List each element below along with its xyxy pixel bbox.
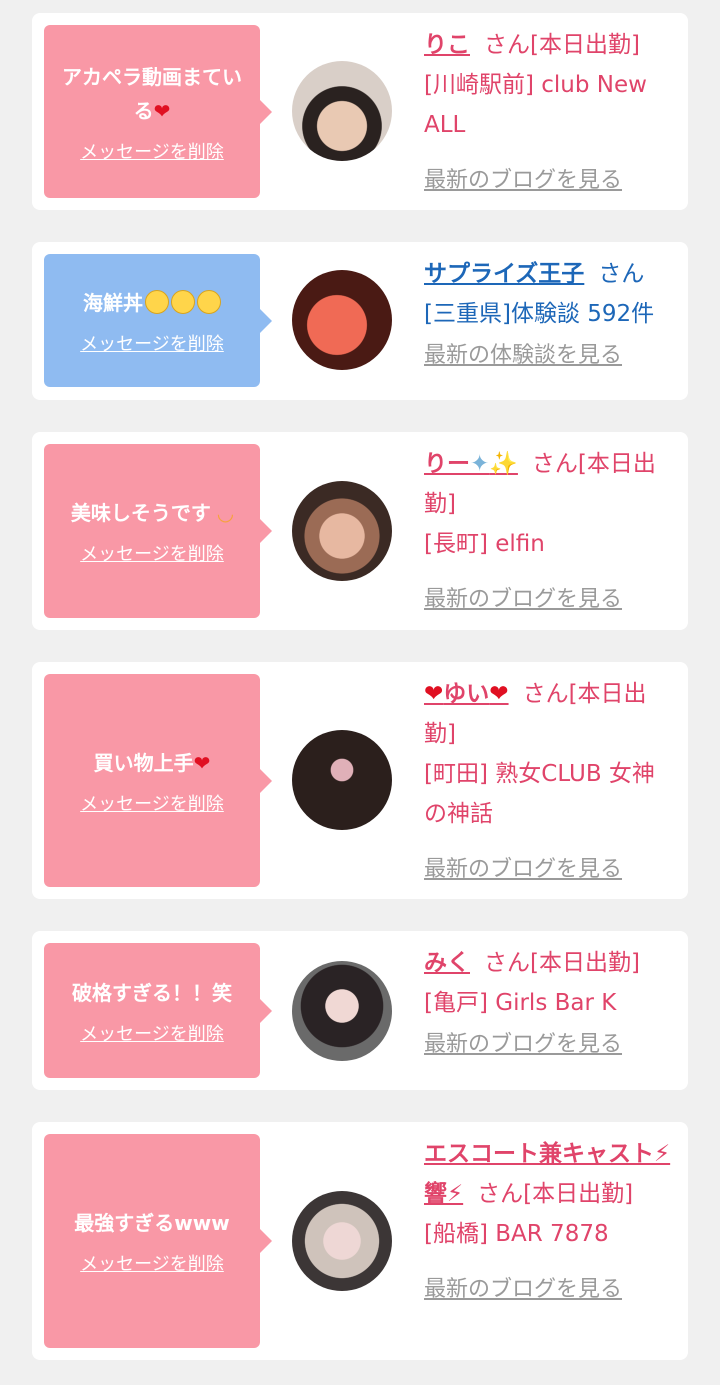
list-item: 最強すぎるwww メッセージを削除 エスコート兼キャスト⚡響⚡ さん[本日出勤] … [32,1122,688,1360]
shop-text: [船橋] BAR 7878 [424,1221,609,1247]
profile-info: ❤ゆい❤ さん[本日出勤] [町田] 熟女CLUB 女神の神話 最新のブログを見る [424,674,676,890]
message-text: アカペラ動画まている❤ [62,64,242,123]
message-bubble: 海鮮丼 メッセージを削除 [44,254,272,387]
heart-icon: ❤ [424,681,444,707]
message-bubble: アカペラ動画まている❤ メッセージを削除 [44,25,272,198]
message-text: 海鮮丼 [83,286,221,320]
shop-text: [亀戸] Girls Bar K [424,990,617,1016]
message-bubble: 破格すぎる！！笑 メッセージを削除 [44,943,272,1078]
message-text: 買い物上手❤ [93,750,211,775]
list-item: 海鮮丼 メッセージを削除 サプライズ王子 さん [三重県]体験談 592件 最新の… [32,242,688,400]
sparkle-icon: ✨ [489,451,518,477]
delete-message-link[interactable]: メッセージを削除 [80,540,224,566]
profile-name-link[interactable]: サプライズ王子 [424,261,584,287]
delete-message-link[interactable]: メッセージを削除 [80,330,224,356]
delete-message-link[interactable]: メッセージを削除 [80,138,224,164]
avatar[interactable] [292,961,392,1061]
profile-info: りー✦✨ さん[本日出勤] [長町] elfin 最新のブログを見る [424,444,676,620]
shop-text: [町田] 熟女CLUB 女神の神話 [424,761,655,827]
smile-icon: ◡ [210,501,234,525]
latest-blog-link[interactable]: 最新のブログを見る [424,1270,622,1310]
delete-message-link[interactable]: メッセージを削除 [80,1250,224,1276]
message-text: 最強すぎるwww [74,1211,230,1235]
message-text: 破格すぎる！！笑 [72,980,232,1005]
latest-blog-link[interactable]: 最新のブログを見る [424,1025,622,1065]
latest-review-link[interactable]: 最新の体験談を見る [424,336,622,376]
shop-text: [川崎駅前] club New ALL [424,72,647,138]
status-text: さん[本日出勤] [484,32,640,58]
delete-message-link[interactable]: メッセージを削除 [80,790,224,816]
shop-text: [三重県]体験談 592件 [424,301,655,327]
status-text: さん[本日出勤] [484,950,640,976]
profile-name-link[interactable]: みく [424,950,470,976]
list-item: 破格すぎる！！笑 メッセージを削除 みく さん[本日出勤] [亀戸] Girls … [32,931,688,1090]
face-icon [171,289,195,314]
avatar[interactable] [292,61,392,161]
shop-text: [長町] elfin [424,531,545,557]
latest-blog-link[interactable]: 最新のブログを見る [424,161,622,201]
message-bubble: 最強すぎるwww メッセージを削除 [44,1134,272,1348]
heart-icon: ❤ [153,98,171,123]
latest-blog-link[interactable]: 最新のブログを見る [424,580,622,620]
message-bubble: 美味しそうです ◡ メッセージを削除 [44,444,272,618]
list-item: 美味しそうです ◡ メッセージを削除 りー✦✨ さん[本日出勤] [長町] elf… [32,432,688,630]
profile-name-link[interactable]: りー✦✨ [424,451,518,477]
profile-info: サプライズ王子 さん [三重県]体験談 592件 最新の体験談を見る [424,254,676,376]
delete-message-link[interactable]: メッセージを削除 [80,1020,224,1046]
heart-icon: ❤ [489,681,509,707]
profile-name-link[interactable]: りこ [424,32,470,58]
message-text: 美味しそうです ◡ [70,501,234,525]
message-feed: アカペラ動画まている❤ メッセージを削除 りこ さん[本日出勤] [川崎駅前] c… [0,0,720,1385]
list-item: アカペラ動画まている❤ メッセージを削除 りこ さん[本日出勤] [川崎駅前] c… [32,13,688,210]
avatar[interactable] [292,270,392,370]
avatar[interactable] [292,1191,392,1291]
profile-name-link[interactable]: ❤ゆい❤ [424,681,509,707]
profile-info: りこ さん[本日出勤] [川崎駅前] club New ALL 最新のブログを見る [424,25,676,201]
profile-info: エスコート兼キャスト⚡響⚡ さん[本日出勤] [船橋] BAR 7878 最新のブ… [424,1134,676,1310]
avatar[interactable] [292,730,392,830]
avatar[interactable] [292,481,392,581]
latest-blog-link[interactable]: 最新のブログを見る [424,850,622,890]
profile-info: みく さん[本日出勤] [亀戸] Girls Bar K 最新のブログを見る [424,943,676,1065]
status-text: さん[本日出勤] [477,1181,634,1207]
list-item: 買い物上手❤ メッセージを削除 ❤ゆい❤ さん[本日出勤] [町田] 熟女CLUB… [32,662,688,899]
face-icon [145,289,169,314]
status-text: さん [598,261,645,287]
face-icon [197,289,221,314]
message-bubble: 買い物上手❤ メッセージを削除 [44,674,272,887]
heart-icon: ❤ [193,750,211,775]
fairy-icon: ✦ [470,451,490,477]
